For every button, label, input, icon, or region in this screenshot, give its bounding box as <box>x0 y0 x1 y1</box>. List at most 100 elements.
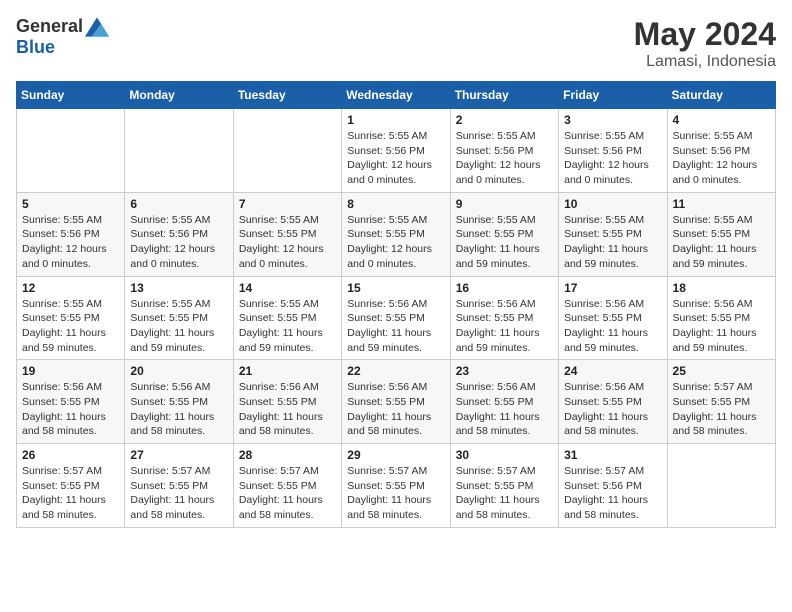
logo-blue-text: Blue <box>16 37 55 58</box>
day-number: 21 <box>239 364 336 378</box>
day-number: 12 <box>22 281 119 295</box>
day-number: 25 <box>673 364 770 378</box>
calendar-cell: 26 Sunrise: 5:57 AMSunset: 5:55 PMDayligh… <box>17 444 125 528</box>
calendar-cell <box>17 109 125 193</box>
weekday-header-row: SundayMondayTuesdayWednesdayThursdayFrid… <box>17 82 776 109</box>
calendar-cell: 15 Sunrise: 5:56 AMSunset: 5:55 PMDayligh… <box>342 276 450 360</box>
day-info: Sunrise: 5:56 AMSunset: 5:55 PMDaylight:… <box>22 380 119 439</box>
day-number: 19 <box>22 364 119 378</box>
day-info: Sunrise: 5:56 AMSunset: 5:55 PMDaylight:… <box>130 380 227 439</box>
logo: General Blue <box>16 16 109 58</box>
day-info: Sunrise: 5:56 AMSunset: 5:55 PMDaylight:… <box>673 297 770 356</box>
day-info: Sunrise: 5:57 AMSunset: 5:56 PMDaylight:… <box>564 464 661 523</box>
day-number: 9 <box>456 197 553 211</box>
calendar-cell: 6 Sunrise: 5:55 AMSunset: 5:56 PMDaylight… <box>125 192 233 276</box>
day-number: 30 <box>456 448 553 462</box>
calendar-cell: 21 Sunrise: 5:56 AMSunset: 5:55 PMDayligh… <box>233 360 341 444</box>
day-info: Sunrise: 5:55 AMSunset: 5:56 PMDaylight:… <box>564 129 661 188</box>
calendar-cell: 8 Sunrise: 5:55 AMSunset: 5:55 PMDaylight… <box>342 192 450 276</box>
day-info: Sunrise: 5:55 AMSunset: 5:55 PMDaylight:… <box>564 213 661 272</box>
day-info: Sunrise: 5:55 AMSunset: 5:56 PMDaylight:… <box>22 213 119 272</box>
page-header: General Blue May 2024 Lamasi, Indonesia <box>16 16 776 71</box>
calendar-cell: 1Sunrise: 5:55 AMSunset: 5:56 PMDaylight… <box>342 109 450 193</box>
day-info: Sunrise: 5:57 AMSunset: 5:55 PMDaylight:… <box>456 464 553 523</box>
day-number: 28 <box>239 448 336 462</box>
calendar-cell <box>233 109 341 193</box>
day-number: 8 <box>347 197 444 211</box>
day-info: Sunrise: 5:57 AMSunset: 5:55 PMDaylight:… <box>130 464 227 523</box>
day-info: Sunrise: 5:55 AMSunset: 5:55 PMDaylight:… <box>239 213 336 272</box>
day-number: 4 <box>673 113 770 127</box>
month-title: May 2024 <box>634 16 776 53</box>
calendar-cell: 12 Sunrise: 5:55 AMSunset: 5:55 PMDayligh… <box>17 276 125 360</box>
title-block: May 2024 Lamasi, Indonesia <box>634 16 776 71</box>
calendar-cell: 9 Sunrise: 5:55 AMSunset: 5:55 PMDaylight… <box>450 192 558 276</box>
calendar-cell <box>667 444 775 528</box>
day-info: Sunrise: 5:55 AMSunset: 5:55 PMDaylight:… <box>130 297 227 356</box>
day-info: Sunrise: 5:55 AMSunset: 5:55 PMDaylight:… <box>239 297 336 356</box>
day-number: 7 <box>239 197 336 211</box>
calendar-cell: 11 Sunrise: 5:55 AMSunset: 5:55 PMDayligh… <box>667 192 775 276</box>
calendar-cell: 17Sunrise: 5:56 AMSunset: 5:55 PMDayligh… <box>559 276 667 360</box>
day-info: Sunrise: 5:55 AMSunset: 5:55 PMDaylight:… <box>347 213 444 272</box>
day-info: Sunrise: 5:57 AMSunset: 5:55 PMDaylight:… <box>673 380 770 439</box>
day-info: Sunrise: 5:55 AMSunset: 5:55 PMDaylight:… <box>456 213 553 272</box>
calendar-cell: 7 Sunrise: 5:55 AMSunset: 5:55 PMDaylight… <box>233 192 341 276</box>
weekday-header-monday: Monday <box>125 82 233 109</box>
day-info: Sunrise: 5:55 AMSunset: 5:56 PMDaylight:… <box>130 213 227 272</box>
calendar-cell: 24 Sunrise: 5:56 AMSunset: 5:55 PMDayligh… <box>559 360 667 444</box>
logo-icon <box>85 17 109 37</box>
day-number: 26 <box>22 448 119 462</box>
calendar-cell: 23Sunrise: 5:56 AMSunset: 5:55 PMDayligh… <box>450 360 558 444</box>
calendar-cell: 14 Sunrise: 5:55 AMSunset: 5:55 PMDayligh… <box>233 276 341 360</box>
day-info: Sunrise: 5:56 AMSunset: 5:55 PMDaylight:… <box>239 380 336 439</box>
calendar-week-3: 12 Sunrise: 5:55 AMSunset: 5:55 PMDayligh… <box>17 276 776 360</box>
logo-general-text: General <box>16 16 83 37</box>
calendar-cell: 30 Sunrise: 5:57 AMSunset: 5:55 PMDayligh… <box>450 444 558 528</box>
day-number: 14 <box>239 281 336 295</box>
calendar-table: SundayMondayTuesdayWednesdayThursdayFrid… <box>16 81 776 528</box>
day-number: 29 <box>347 448 444 462</box>
calendar-cell: 25 Sunrise: 5:57 AMSunset: 5:55 PMDayligh… <box>667 360 775 444</box>
day-number: 11 <box>673 197 770 211</box>
calendar-week-1: 1Sunrise: 5:55 AMSunset: 5:56 PMDaylight… <box>17 109 776 193</box>
day-info: Sunrise: 5:55 AMSunset: 5:56 PMDaylight:… <box>347 129 444 188</box>
day-number: 20 <box>130 364 227 378</box>
day-number: 2 <box>456 113 553 127</box>
calendar-cell: 4 Sunrise: 5:55 AMSunset: 5:56 PMDaylight… <box>667 109 775 193</box>
day-info: Sunrise: 5:56 AMSunset: 5:55 PMDaylight:… <box>564 380 661 439</box>
calendar-cell: 3 Sunrise: 5:55 AMSunset: 5:56 PMDaylight… <box>559 109 667 193</box>
weekday-header-saturday: Saturday <box>667 82 775 109</box>
day-number: 6 <box>130 197 227 211</box>
day-number: 15 <box>347 281 444 295</box>
day-info: Sunrise: 5:56 AMSunset: 5:55 PMDaylight:… <box>347 380 444 439</box>
calendar-cell: 5Sunrise: 5:55 AMSunset: 5:56 PMDaylight… <box>17 192 125 276</box>
day-info: Sunrise: 5:56 AMSunset: 5:55 PMDaylight:… <box>347 297 444 356</box>
day-number: 24 <box>564 364 661 378</box>
day-number: 27 <box>130 448 227 462</box>
calendar-cell: 20 Sunrise: 5:56 AMSunset: 5:55 PMDayligh… <box>125 360 233 444</box>
day-number: 10 <box>564 197 661 211</box>
day-info: Sunrise: 5:57 AMSunset: 5:55 PMDaylight:… <box>22 464 119 523</box>
weekday-header-thursday: Thursday <box>450 82 558 109</box>
day-info: Sunrise: 5:57 AMSunset: 5:55 PMDaylight:… <box>347 464 444 523</box>
day-number: 23 <box>456 364 553 378</box>
weekday-header-wednesday: Wednesday <box>342 82 450 109</box>
calendar-cell: 31 Sunrise: 5:57 AMSunset: 5:56 PMDayligh… <box>559 444 667 528</box>
location: Lamasi, Indonesia <box>634 53 776 71</box>
day-info: Sunrise: 5:55 AMSunset: 5:55 PMDaylight:… <box>673 213 770 272</box>
day-info: Sunrise: 5:55 AMSunset: 5:55 PMDaylight:… <box>22 297 119 356</box>
weekday-header-sunday: Sunday <box>17 82 125 109</box>
calendar-cell: 16Sunrise: 5:56 AMSunset: 5:55 PMDayligh… <box>450 276 558 360</box>
day-number: 22 <box>347 364 444 378</box>
calendar-cell: 27 Sunrise: 5:57 AMSunset: 5:55 PMDayligh… <box>125 444 233 528</box>
calendar-cell: 18Sunrise: 5:56 AMSunset: 5:55 PMDayligh… <box>667 276 775 360</box>
calendar-week-5: 26 Sunrise: 5:57 AMSunset: 5:55 PMDayligh… <box>17 444 776 528</box>
day-number: 3 <box>564 113 661 127</box>
weekday-header-tuesday: Tuesday <box>233 82 341 109</box>
day-info: Sunrise: 5:57 AMSunset: 5:55 PMDaylight:… <box>239 464 336 523</box>
day-number: 17 <box>564 281 661 295</box>
calendar-cell: 10 Sunrise: 5:55 AMSunset: 5:55 PMDayligh… <box>559 192 667 276</box>
day-info: Sunrise: 5:55 AMSunset: 5:56 PMDaylight:… <box>673 129 770 188</box>
day-number: 31 <box>564 448 661 462</box>
